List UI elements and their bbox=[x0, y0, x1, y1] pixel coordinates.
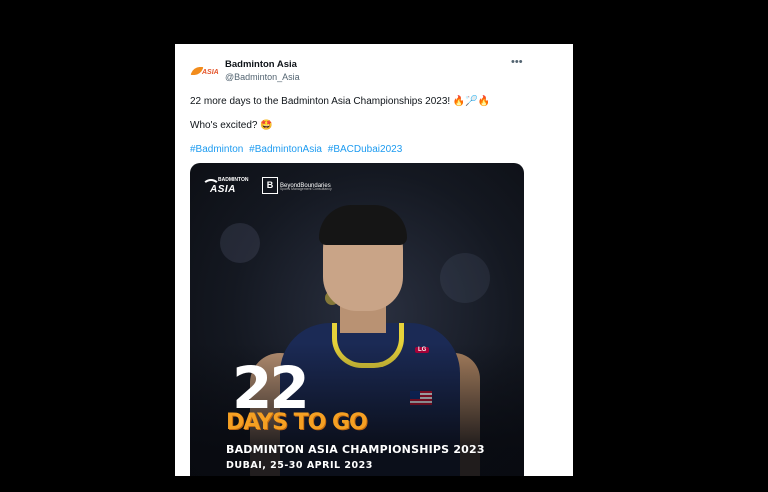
hashtag-link[interactable]: #BadmintonAsia bbox=[249, 144, 322, 155]
partner-mark: B bbox=[262, 177, 278, 194]
player-hair bbox=[319, 205, 407, 245]
hashtags: #Badminton #BadmintonAsia #BACDubai2023 bbox=[190, 144, 405, 155]
days-count: 22 bbox=[232, 354, 310, 422]
background-bokeh bbox=[220, 223, 260, 263]
badminton-asia-swoosh-icon bbox=[202, 179, 220, 195]
days-to-go-label: DAYS TO GO bbox=[226, 410, 368, 435]
account-name[interactable]: Badminton Asia bbox=[225, 59, 297, 70]
background-bokeh bbox=[440, 253, 490, 303]
tweet-text-line-2: Who's excited? 🤩 bbox=[190, 120, 273, 131]
account-handle[interactable]: @Badminton_Asia bbox=[225, 72, 300, 82]
more-options-icon[interactable]: ••• bbox=[511, 56, 523, 68]
avatar-logo-text: ASIA bbox=[202, 69, 219, 76]
hashtag-link[interactable]: #BACDubai2023 bbox=[328, 144, 403, 155]
brand-top-text: BADMINTON bbox=[218, 177, 249, 183]
tweet-image[interactable]: BADMINTON ASIA B BeyondBoundaries Sports … bbox=[190, 163, 524, 476]
partner-subtitle: Sports Management Consultancy bbox=[280, 187, 332, 191]
event-dates: DUBAI, 25-30 APRIL 2023 bbox=[226, 460, 373, 471]
hashtag-link[interactable]: #Badminton bbox=[190, 144, 243, 155]
badminton-asia-brand: BADMINTON ASIA bbox=[202, 177, 249, 195]
tweet-text-line-1: 22 more days to the Badminton Asia Champ… bbox=[190, 96, 491, 107]
tweet-card: ASIA Badminton Asia @Badminton_Asia ••• … bbox=[175, 44, 573, 476]
avatar[interactable]: ASIA bbox=[190, 58, 220, 88]
beyond-boundaries-brand: B BeyondBoundaries Sports Management Cons… bbox=[262, 177, 332, 194]
event-name: BADMINTON ASIA CHAMPIONSHIPS 2023 bbox=[226, 443, 485, 456]
